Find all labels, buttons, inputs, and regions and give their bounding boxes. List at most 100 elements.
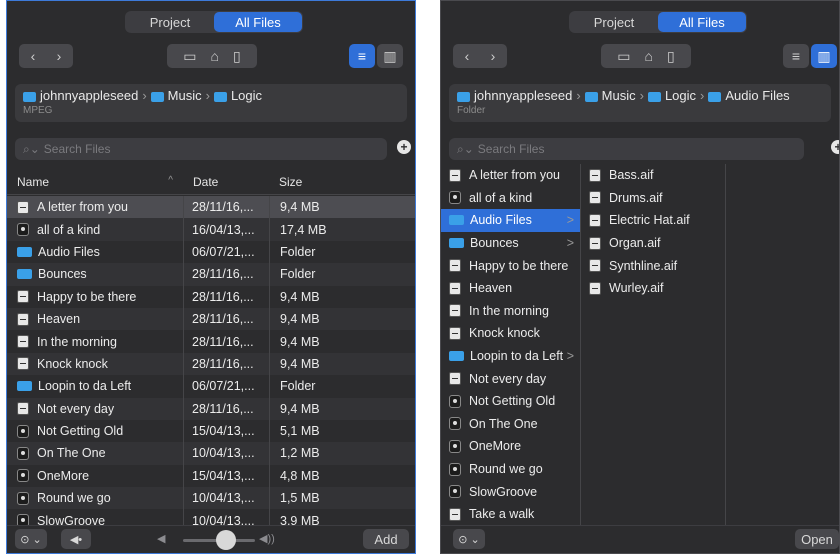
tab-project[interactable]: Project xyxy=(570,12,658,32)
list-item[interactable]: Not every day xyxy=(441,367,580,390)
options-button[interactable]: ⊙ ⌄ xyxy=(453,529,485,549)
file-kind: MPEG xyxy=(23,105,53,116)
cell-size: Folder xyxy=(269,240,329,264)
list-item[interactable]: Bounces > xyxy=(441,232,580,255)
list-item[interactable]: SlowGroove xyxy=(441,480,580,503)
table-row[interactable]: In the morning 28/11/16,... 9,4 MB xyxy=(7,330,415,353)
audio-file-icon xyxy=(449,326,461,340)
open-button[interactable]: Open xyxy=(795,529,839,549)
table-row[interactable]: Audio Files 06/07/21,... Folder xyxy=(7,240,415,264)
cell-name: Audio Files xyxy=(7,245,183,259)
column-view-icon[interactable]: ▥ xyxy=(811,44,837,68)
breadcrumb-logic[interactable]: Logic xyxy=(231,88,262,103)
item-name: Happy to be there xyxy=(469,258,569,273)
document-icon[interactable]: ▯ xyxy=(233,48,241,65)
list-item[interactable]: Take a walk xyxy=(441,503,580,526)
list-item[interactable]: Round we go xyxy=(441,458,580,481)
preview-play-button[interactable]: ◀• xyxy=(61,529,91,549)
options-button[interactable]: ⊙ ⌄ xyxy=(15,529,47,549)
cell-date: 28/11/16,... xyxy=(183,285,269,308)
folder-icon xyxy=(17,381,32,392)
back-button[interactable]: ‹ xyxy=(454,48,480,64)
search-input[interactable]: ⌕⌄ Search Files xyxy=(15,138,387,160)
table-row[interactable]: Round we go 10/04/13,... 1,5 MB xyxy=(7,487,415,510)
table-row[interactable]: Bounces 28/11/16,... Folder xyxy=(7,263,415,286)
search-icon: ⌕⌄ xyxy=(457,141,474,156)
breadcrumb-music[interactable]: Music xyxy=(168,88,202,103)
tab-project[interactable]: Project xyxy=(126,12,214,32)
list-view-icon[interactable]: ≡ xyxy=(783,44,809,68)
breadcrumb-audio-files[interactable]: Audio Files xyxy=(725,88,789,103)
column-header-size[interactable]: Size xyxy=(269,175,302,189)
list-item[interactable]: all of a kind xyxy=(441,187,580,210)
table-row[interactable]: Not Getting Old 15/04/13,... 5,1 MB xyxy=(7,419,415,443)
list-item[interactable]: Happy to be there xyxy=(441,254,580,277)
volume-slider-knob[interactable] xyxy=(216,530,236,550)
nav-buttons: ‹ › xyxy=(453,44,507,68)
column-header-date[interactable]: Date xyxy=(183,175,269,189)
computer-icon[interactable]: ▭ xyxy=(183,48,196,65)
breadcrumb-user[interactable]: johnnyappleseed xyxy=(474,88,572,103)
home-icon[interactable]: ⌂ xyxy=(211,48,219,64)
list-item[interactable]: Bass.aif xyxy=(581,164,725,187)
forward-button[interactable]: › xyxy=(46,48,72,64)
table-row[interactable]: OneMore 15/04/13,... 4,8 MB xyxy=(7,464,415,488)
breadcrumb-user[interactable]: johnnyappleseed xyxy=(40,88,138,103)
column-header-name[interactable]: Name ^ xyxy=(7,175,183,189)
computer-icon[interactable]: ▭ xyxy=(617,48,630,65)
table-row[interactable]: A letter from you 28/11/16,... 9,4 MB xyxy=(7,196,415,219)
table-row[interactable]: Knock knock 28/11/16,... 9,4 MB xyxy=(7,352,415,376)
folder-icon xyxy=(449,351,464,362)
search-input[interactable]: ⌕⌄ Search Files xyxy=(449,138,804,160)
table-row[interactable]: Happy to be there 28/11/16,... 9,4 MB xyxy=(7,285,415,308)
list-item[interactable]: Drums.aif xyxy=(581,187,725,210)
tab-all-files[interactable]: All Files xyxy=(214,12,302,32)
item-name: Drums.aif xyxy=(609,190,663,205)
list-item[interactable]: On The One xyxy=(441,413,580,436)
table-row[interactable]: all of a kind 16/04/13,... 17,4 MB xyxy=(7,218,415,241)
list-item[interactable]: Organ.aif xyxy=(581,232,725,255)
cell-name: Not every day xyxy=(7,402,183,416)
bottom-bar: ⊙ ⌄ Open xyxy=(441,525,839,553)
table-row[interactable]: Heaven 28/11/16,... 9,4 MB xyxy=(7,307,415,331)
forward-button[interactable]: › xyxy=(480,48,506,64)
add-button[interactable]: Add xyxy=(363,529,409,549)
cell-date: 15/04/13,... xyxy=(183,464,269,488)
document-icon[interactable]: ▯ xyxy=(667,48,675,65)
cell-date: 06/07/21,... xyxy=(183,375,269,398)
list-item[interactable]: Heaven xyxy=(441,277,580,300)
cell-size: 9,4 MB xyxy=(269,285,329,308)
cell-size: 9,4 MB xyxy=(269,196,329,219)
volume-high-icon: ◀)) xyxy=(259,533,275,545)
list-item[interactable]: OneMore xyxy=(441,435,580,458)
list-view-icon[interactable]: ≡ xyxy=(349,44,375,68)
list-item[interactable]: Electric Hat.aif xyxy=(581,209,725,232)
add-icon[interactable]: + xyxy=(831,140,839,154)
column-view-icon[interactable]: ▥ xyxy=(377,44,403,68)
list-item[interactable]: Synthline.aif xyxy=(581,254,725,277)
chevron-right-icon: › xyxy=(576,88,581,103)
home-icon[interactable]: ⌂ xyxy=(645,48,653,64)
breadcrumb-music[interactable]: Music xyxy=(602,88,636,103)
add-icon[interactable]: + xyxy=(397,140,411,154)
path-bar: johnnyappleseed › Music › Logic › Audio … xyxy=(449,84,831,122)
breadcrumb-logic[interactable]: Logic xyxy=(665,88,696,103)
audio-file-icon xyxy=(449,304,461,318)
audio-file-icon xyxy=(17,402,29,416)
table-row[interactable]: Not every day 28/11/16,... 9,4 MB xyxy=(7,397,415,420)
logic-project-icon xyxy=(17,491,29,505)
list-item[interactable]: A letter from you xyxy=(441,164,580,187)
cell-name: Not Getting Old xyxy=(7,424,183,438)
list-item[interactable]: In the morning xyxy=(441,300,580,323)
list-item[interactable]: Loopin to da Left > xyxy=(441,345,580,368)
list-item[interactable]: Not Getting Old xyxy=(441,390,580,413)
tab-all-files[interactable]: All Files xyxy=(658,12,746,32)
back-button[interactable]: ‹ xyxy=(20,48,46,64)
table-row[interactable]: On The One 10/04/13,... 1,2 MB xyxy=(7,442,415,465)
cell-name: Round we go xyxy=(7,491,183,505)
list-item[interactable]: Audio Files > xyxy=(441,209,580,232)
list-item[interactable]: Knock knock xyxy=(441,322,580,345)
table-row[interactable]: Loopin to da Left 06/07/21,... Folder xyxy=(7,375,415,398)
audio-file-icon xyxy=(449,259,461,273)
list-item[interactable]: Wurley.aif xyxy=(581,277,725,300)
